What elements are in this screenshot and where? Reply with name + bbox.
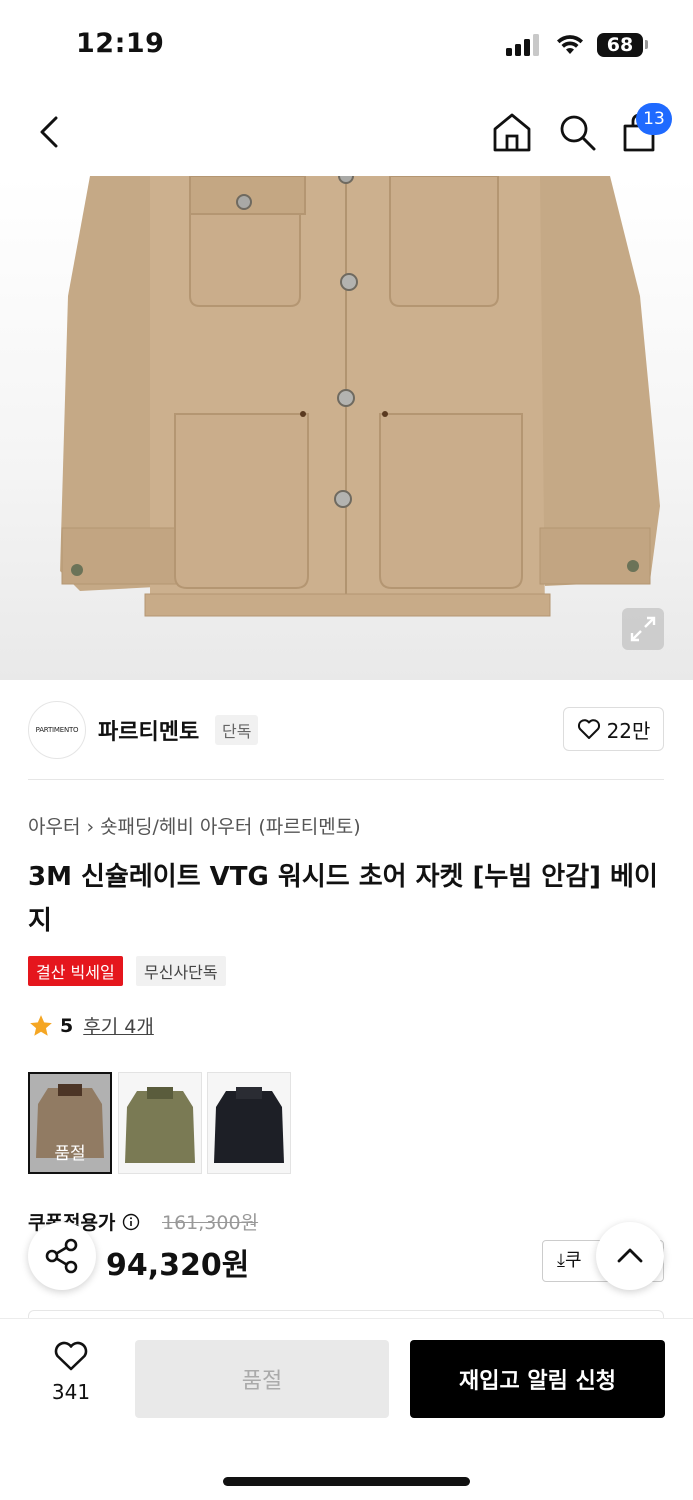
brand-logo-text: PARTIMENTO — [35, 726, 79, 734]
share-button[interactable] — [28, 1222, 96, 1290]
cellular-signal-icon — [506, 34, 542, 56]
star-icon — [30, 1014, 52, 1036]
color-option-black[interactable] — [207, 1072, 291, 1174]
original-price: 161,300원 — [162, 1212, 259, 1234]
brand-exclusive-tag: 단독 — [215, 715, 259, 745]
jacket-thumbnail — [125, 1087, 195, 1163]
jacket-illustration — [60, 176, 660, 617]
top-nav — [0, 90, 693, 176]
jacket-thumbnail — [214, 1087, 284, 1163]
cart-count-badge: 13 — [636, 103, 672, 135]
breadcrumb: 아우터 › 숏패딩/헤비 아우터 (파르티멘토) — [28, 812, 361, 839]
final-price: 94,320원 — [106, 1248, 250, 1283]
soldout-button: 품절 — [135, 1340, 389, 1418]
expand-image-icon[interactable] — [622, 608, 664, 650]
restock-alert-button[interactable]: 재입고 알림 신청 — [410, 1340, 665, 1418]
exclusive-badge: 무신사단독 — [136, 956, 226, 986]
wishlist-button[interactable]: 341 — [40, 1340, 102, 1404]
sale-badge: 결산 빅세일 — [28, 956, 123, 986]
search-icon[interactable] — [555, 110, 599, 154]
color-option-beige[interactable]: 품절 — [28, 1072, 112, 1174]
heart-icon — [54, 1341, 88, 1371]
color-option-khaki[interactable] — [118, 1072, 202, 1174]
status-bar: 12:19 68 — [0, 0, 693, 90]
brand-logo[interactable]: PARTIMENTO — [28, 701, 86, 759]
status-time: 12:19 — [76, 28, 165, 59]
product-image[interactable] — [0, 176, 693, 680]
breadcrumb-category[interactable]: 아우터 — [28, 816, 80, 838]
divider — [28, 779, 664, 780]
soldout-overlay: 품절 — [30, 1074, 110, 1172]
coupon-button-label: 쿠 — [564, 1250, 582, 1271]
download-icon: ⤓ — [557, 1250, 565, 1271]
heart-icon — [577, 719, 600, 739]
brand-like-button[interactable]: 22만 — [563, 707, 664, 751]
wifi-icon — [557, 35, 583, 54]
product-title: 3M 신슐레이트 VTG 워시드 초어 자켓 [누빔 안감] 베이지 — [28, 862, 658, 936]
breadcrumb-subcategory[interactable]: 숏패딩/헤비 아우터 (파르티멘토) — [100, 816, 361, 838]
brand-name[interactable]: 파르티멘토 — [98, 714, 199, 746]
wishlist-count: 341 — [51, 1380, 91, 1404]
brand-like-count: 22만 — [606, 718, 651, 743]
rating-row: 5 후기 4개 — [28, 1012, 154, 1039]
reviews-link[interactable]: 후기 4개 — [83, 1012, 154, 1039]
chevron-right-icon: › — [86, 816, 95, 838]
battery-icon: 68 — [597, 33, 643, 57]
rating-score: 5 — [60, 1014, 74, 1037]
home-icon[interactable] — [490, 110, 534, 154]
info-icon[interactable] — [122, 1213, 140, 1231]
battery-tip — [645, 40, 648, 49]
battery-level: 68 — [606, 34, 634, 56]
scroll-to-top-button[interactable] — [596, 1222, 664, 1290]
back-button[interactable] — [30, 110, 70, 154]
home-indicator — [223, 1477, 470, 1486]
